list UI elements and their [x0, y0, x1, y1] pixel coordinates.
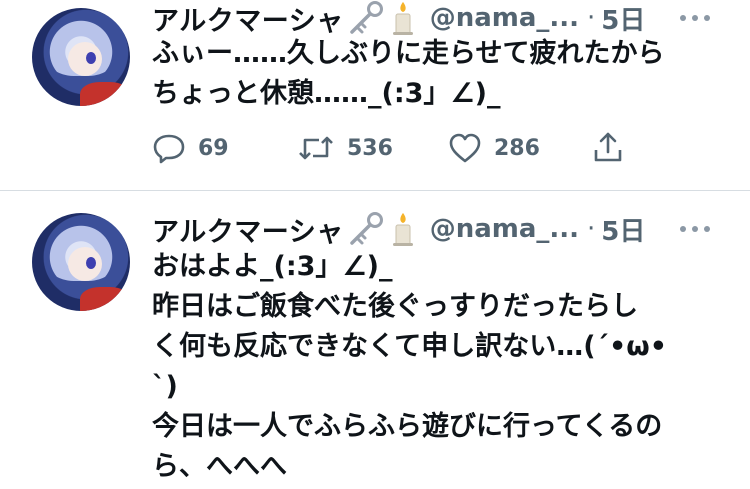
more-options-icon[interactable] [680, 211, 710, 247]
tweet-1[interactable]: アルクマーシャ @nama_... · 5日 ふぃー……久しぶりに走らせて疲れた… [0, 0, 750, 191]
retweet-button[interactable]: 536 [297, 132, 393, 164]
reply-count: 69 [198, 135, 229, 161]
tweet-text: ふぃー……久しぶりに走らせて疲れたから ちょっと休憩……_(:3」∠)_ [152, 38, 665, 109]
retweet-count: 536 [347, 135, 393, 161]
user-handle[interactable]: @nama_... [430, 3, 579, 33]
avatar[interactable] [32, 8, 130, 106]
tweet-2[interactable]: アルクマーシャ @nama_... · 5日 おはよよ_(:3」∠)_ 昨日はご… [0, 191, 750, 489]
share-icon [594, 132, 622, 162]
tweet-header: アルクマーシャ @nama_... · 5日 [152, 210, 645, 249]
key-icon [346, 0, 386, 36]
key-icon [346, 211, 386, 247]
avatar-face [68, 42, 102, 76]
avatar-eye [86, 257, 96, 269]
display-name[interactable]: アルクマーシャ [152, 210, 344, 249]
share-button[interactable] [592, 130, 624, 164]
reply-icon [153, 134, 185, 164]
timestamp[interactable]: 5日 [601, 0, 645, 37]
tweet-header: アルクマーシャ @nama_... · 5日 [152, 0, 645, 38]
avatar[interactable] [32, 213, 130, 311]
timestamp[interactable]: 5日 [601, 211, 645, 248]
heart-icon [449, 133, 481, 163]
display-name[interactable]: アルクマーシャ [152, 0, 344, 38]
like-count: 286 [494, 135, 540, 161]
avatar-eye [86, 52, 96, 64]
candle-icon [388, 211, 418, 247]
action-bar: 69 536 286 [152, 128, 632, 168]
separator-dot: · [587, 3, 596, 33]
retweet-icon [299, 136, 333, 160]
tweet-text: おはよよ_(:3」∠)_ 昨日はご飯食べた後ぐっすりだったらし く何も反応できな… [152, 251, 668, 482]
user-handle[interactable]: @nama_... [430, 214, 579, 244]
avatar-face [68, 247, 102, 281]
more-options-icon[interactable] [680, 0, 710, 36]
avatar-cloth [80, 82, 130, 106]
candle-icon [388, 0, 418, 36]
reply-button[interactable]: 69 [152, 132, 229, 164]
separator-dot: · [587, 214, 596, 244]
avatar-cloth [80, 287, 130, 311]
like-button[interactable]: 286 [448, 132, 540, 164]
